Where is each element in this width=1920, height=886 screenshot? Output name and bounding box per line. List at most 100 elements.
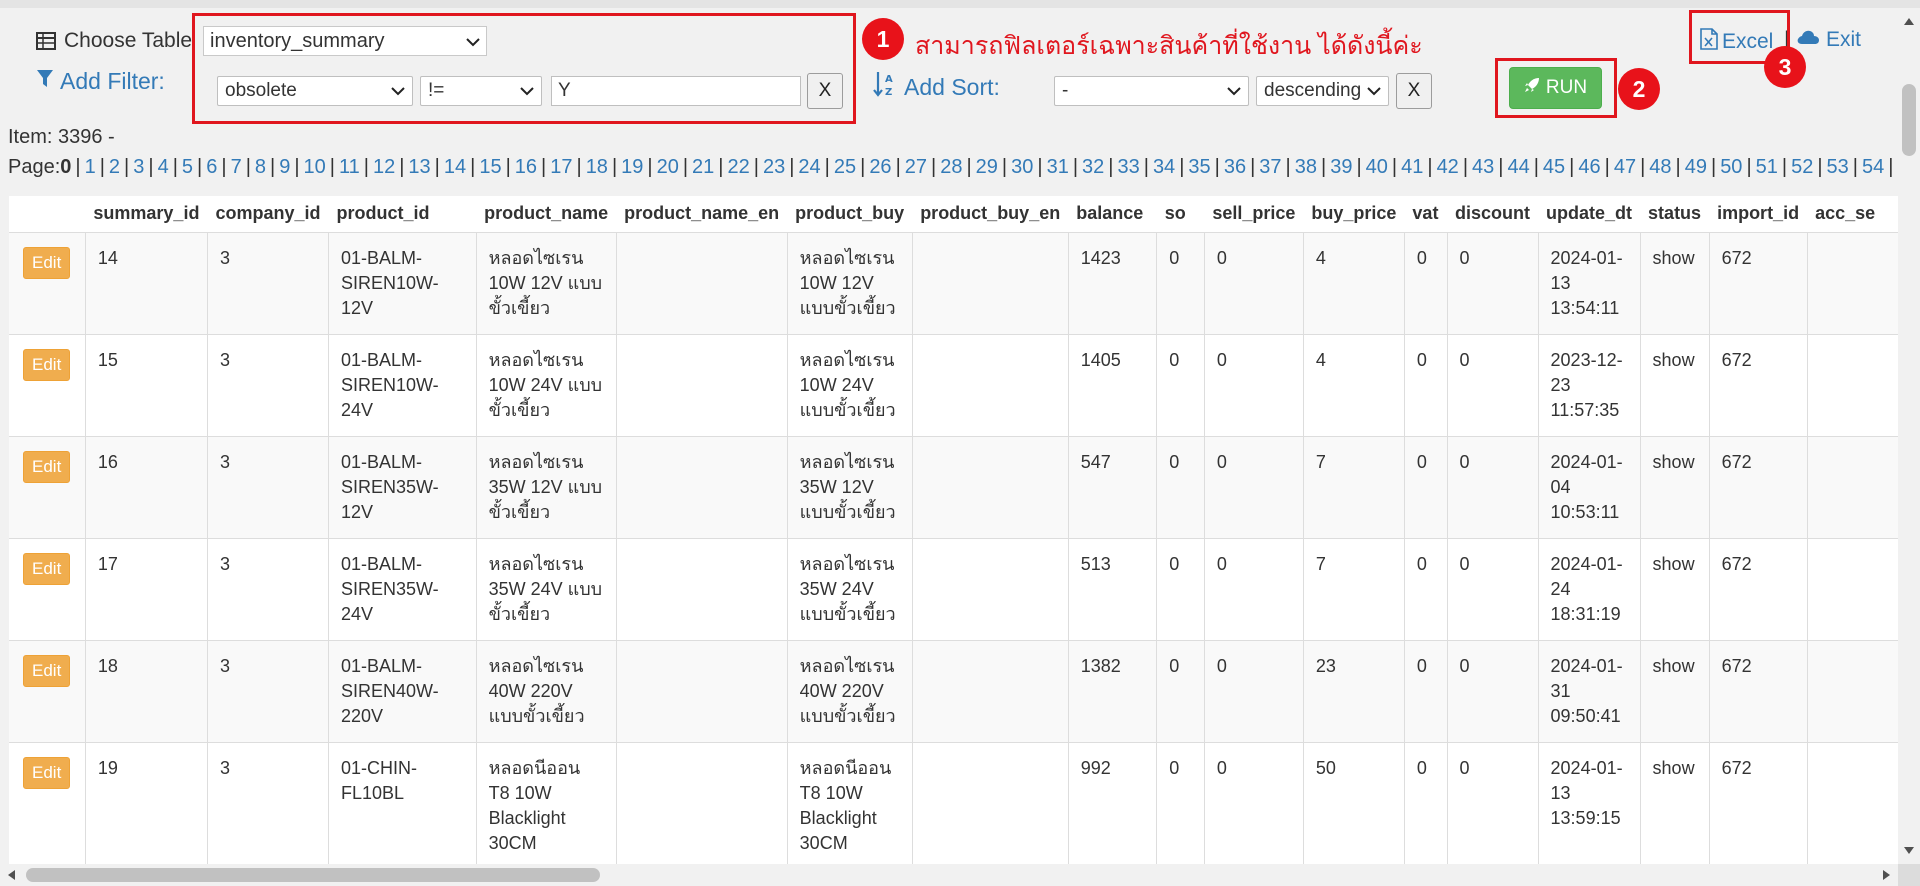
page-link[interactable]: 34 <box>1153 156 1175 178</box>
page-link[interactable]: 19 <box>621 156 643 178</box>
page-link[interactable]: 42 <box>1437 156 1459 178</box>
page-link[interactable]: 49 <box>1685 156 1707 178</box>
column-header[interactable]: summary_id <box>85 196 208 233</box>
page-link[interactable]: 9 <box>279 156 290 178</box>
page-link[interactable]: 8 <box>255 156 266 178</box>
column-header[interactable]: product_name <box>476 196 617 233</box>
page-link[interactable]: 47 <box>1614 156 1636 178</box>
column-header[interactable] <box>9 196 86 233</box>
sort-field-select[interactable]: - <box>1054 76 1249 106</box>
page-link[interactable]: 5 <box>182 156 193 178</box>
page-link[interactable]: 30 <box>1011 156 1033 178</box>
page-link[interactable]: 45 <box>1543 156 1565 178</box>
page-link[interactable]: 31 <box>1047 156 1069 178</box>
scroll-right-arrow-icon[interactable] <box>1883 870 1890 880</box>
page-link[interactable]: 13 <box>408 156 430 178</box>
page-link[interactable]: 3 <box>133 156 144 178</box>
page-link[interactable]: 23 <box>763 156 785 178</box>
horizontal-scroll-thumb[interactable] <box>26 868 600 882</box>
scroll-left-arrow-icon[interactable] <box>8 870 15 880</box>
page-link[interactable]: 52 <box>1791 156 1813 178</box>
page-link[interactable]: 12 <box>373 156 395 178</box>
page-link[interactable]: 29 <box>976 156 998 178</box>
filter-value-input[interactable]: Y <box>551 76 801 106</box>
horizontal-scrollbar[interactable] <box>0 864 1898 886</box>
column-header[interactable]: vat <box>1404 196 1448 233</box>
vertical-scrollbar[interactable] <box>1898 8 1920 864</box>
page-link[interactable]: 33 <box>1117 156 1139 178</box>
column-header[interactable]: balance <box>1068 196 1157 233</box>
column-header[interactable]: update_dt <box>1538 196 1641 233</box>
edit-button[interactable]: Edit <box>23 756 71 789</box>
column-header[interactable]: import_id <box>1709 196 1808 233</box>
filter-field-select[interactable]: obsolete <box>217 76 413 106</box>
page-link[interactable]: 32 <box>1082 156 1104 178</box>
scroll-down-arrow-icon[interactable] <box>1904 847 1914 854</box>
page-link[interactable]: 24 <box>798 156 820 178</box>
page-link[interactable]: 15 <box>479 156 501 178</box>
page-link[interactable]: 22 <box>728 156 750 178</box>
table-cell: show <box>1639 435 1710 538</box>
edit-button[interactable]: Edit <box>23 348 71 381</box>
column-header[interactable]: status <box>1640 196 1710 233</box>
page-link[interactable]: 7 <box>231 156 242 178</box>
column-header[interactable]: company_id <box>207 196 329 233</box>
exit-link[interactable]: Exit <box>1796 28 1861 52</box>
page-link[interactable]: 48 <box>1649 156 1671 178</box>
excel-export-link[interactable]: Excel <box>1700 28 1773 56</box>
filter-operator-select[interactable]: != <box>420 76 542 106</box>
page-link[interactable]: 6 <box>206 156 217 178</box>
page-link[interactable]: 26 <box>869 156 891 178</box>
page-link[interactable]: 10 <box>304 156 326 178</box>
page-link[interactable]: 27 <box>905 156 927 178</box>
page-link[interactable]: 20 <box>657 156 679 178</box>
vertical-scroll-thumb[interactable] <box>1902 84 1916 156</box>
page-link[interactable]: 35 <box>1188 156 1210 178</box>
page-link[interactable]: 38 <box>1295 156 1317 178</box>
sort-order-select[interactable]: descending <box>1256 76 1389 106</box>
column-header[interactable]: acc_se <box>1807 196 1898 233</box>
run-button[interactable]: RUN <box>1509 67 1602 109</box>
edit-button[interactable]: Edit <box>23 246 71 279</box>
page-link[interactable]: 40 <box>1366 156 1388 178</box>
scroll-up-arrow-icon[interactable] <box>1904 18 1914 25</box>
column-header[interactable]: product_buy <box>787 196 913 233</box>
column-header[interactable]: product_id <box>328 196 477 233</box>
column-header[interactable]: sell_price <box>1204 196 1304 233</box>
page-link[interactable]: 51 <box>1756 156 1778 178</box>
page-link[interactable]: 43 <box>1472 156 1494 178</box>
column-header[interactable]: discount <box>1447 196 1539 233</box>
table-select[interactable]: inventory_summary <box>203 26 487 56</box>
page-link[interactable]: 4 <box>158 156 169 178</box>
edit-button[interactable]: Edit <box>23 450 71 483</box>
column-header[interactable]: product_buy_en <box>912 196 1069 233</box>
page-link[interactable]: 41 <box>1401 156 1423 178</box>
page-link[interactable]: 36 <box>1224 156 1246 178</box>
page-link[interactable]: 54 <box>1862 156 1884 178</box>
page-link[interactable]: 37 <box>1259 156 1281 178</box>
page-link[interactable]: 11 <box>339 156 360 178</box>
remove-sort-button[interactable]: X <box>1396 73 1432 109</box>
page-link[interactable]: 14 <box>444 156 466 178</box>
page-link[interactable]: 28 <box>940 156 962 178</box>
page-link[interactable]: 1 <box>85 156 96 178</box>
page-link[interactable]: 18 <box>586 156 608 178</box>
column-header[interactable]: buy_price <box>1303 196 1405 233</box>
page-link[interactable]: 53 <box>1827 156 1849 178</box>
page-link[interactable]: 17 <box>550 156 572 178</box>
page-link[interactable]: 46 <box>1578 156 1600 178</box>
page-link[interactable]: 50 <box>1720 156 1742 178</box>
column-header[interactable]: so <box>1156 196 1205 233</box>
page-link[interactable]: 39 <box>1330 156 1352 178</box>
remove-filter-button[interactable]: X <box>807 73 843 109</box>
page-link[interactable]: 16 <box>515 156 537 178</box>
column-header[interactable]: product_name_en <box>616 196 788 233</box>
edit-button[interactable]: Edit <box>23 654 71 687</box>
add-sort-link[interactable]: AZ Add Sort: <box>872 70 1000 104</box>
edit-button[interactable]: Edit <box>23 552 71 585</box>
page-link[interactable]: 21 <box>692 156 714 178</box>
page-link[interactable]: 44 <box>1507 156 1529 178</box>
page-link[interactable]: 25 <box>834 156 856 178</box>
add-filter-link[interactable]: Add Filter: <box>36 68 165 95</box>
page-link[interactable]: 2 <box>109 156 120 178</box>
